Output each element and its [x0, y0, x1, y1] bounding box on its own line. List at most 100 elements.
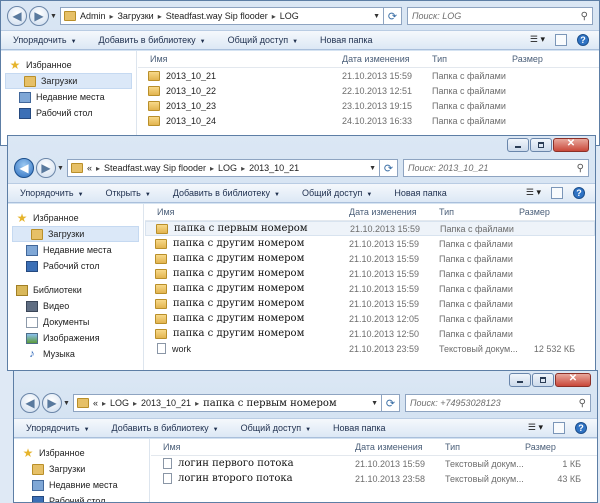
breadcrumb-segment[interactable]: «	[93, 398, 98, 408]
breadcrumb-separator-icon[interactable]: ▸	[102, 399, 106, 408]
address-dropdown-icon[interactable]: ▼	[373, 13, 380, 20]
history-chevron-icon[interactable]: ▼	[63, 400, 70, 407]
breadcrumb-separator-icon[interactable]: ▸	[195, 399, 199, 408]
minimize-button[interactable]	[509, 373, 531, 387]
address-dropdown-icon[interactable]: ▼	[371, 400, 378, 407]
preview-pane-icon[interactable]	[555, 34, 567, 46]
breadcrumb[interactable]: « ▸ Steadfast.way Sip flooder ▸ LOG ▸ 2013_10_…	[66, 159, 380, 177]
command-button[interactable]: Добавить в библиотеку ▼	[99, 35, 206, 45]
view-options-icon[interactable]: ☰ ▾	[528, 422, 543, 434]
forward-arrow-icon[interactable]: ▶	[42, 393, 62, 413]
column-header[interactable]: Имя	[153, 207, 343, 217]
command-button[interactable]: Добавить в библиотеку ▼	[112, 423, 219, 433]
breadcrumb-separator-icon[interactable]: ▸	[241, 164, 245, 173]
command-button[interactable]: Упорядочить ▼	[13, 35, 77, 45]
view-options-icon[interactable]: ☰ ▾	[526, 187, 541, 199]
breadcrumb-segment[interactable]: LOG	[280, 11, 299, 21]
maximize-button[interactable]	[530, 138, 552, 152]
breadcrumb-separator-icon[interactable]: ▸	[96, 164, 100, 173]
close-button[interactable]	[555, 373, 591, 387]
table-row[interactable]: work 21.10.2013 23:59 Текстовый докум... 12…	[145, 341, 595, 356]
search-input[interactable]: Поиск: LOG ⚲	[407, 7, 593, 25]
close-button[interactable]	[553, 138, 589, 152]
sidebar-item[interactable]: Библиотеки	[8, 282, 143, 298]
sidebar-item[interactable]: ★ Избранное	[14, 445, 149, 461]
breadcrumb-segment[interactable]: LOG	[218, 163, 237, 173]
view-options-icon[interactable]: ☰ ▾	[530, 34, 545, 46]
sidebar-item[interactable]: Загрузки	[14, 461, 149, 477]
column-header[interactable]: Дата изменения	[338, 54, 426, 64]
breadcrumb-segment[interactable]: 2013_10_21	[141, 398, 191, 408]
column-header[interactable]: Тип	[435, 207, 523, 217]
back-arrow-icon[interactable]: ◀	[14, 158, 34, 178]
help-icon[interactable]: ?	[577, 34, 589, 46]
sidebar-item[interactable]: Загрузки	[12, 226, 139, 242]
breadcrumb-segment[interactable]: Загрузки	[117, 11, 153, 21]
table-row[interactable]: логин второго потока 21.10.2013 23:58 Текс…	[151, 471, 597, 486]
forward-arrow-icon[interactable]: ▶	[36, 158, 56, 178]
minimize-button[interactable]	[507, 138, 529, 152]
refresh-icon[interactable]: ⟳	[384, 7, 402, 25]
breadcrumb-segment[interactable]: «	[87, 163, 92, 173]
preview-pane-icon[interactable]	[551, 187, 563, 199]
maximize-button[interactable]	[532, 373, 554, 387]
table-row[interactable]: папка с другим номером 21.10.2013 15:59 Па…	[145, 236, 595, 251]
sidebar-item[interactable]: Рабочий стол	[8, 258, 143, 274]
column-header[interactable]: Размер	[515, 207, 575, 217]
history-chevron-icon[interactable]: ▼	[50, 13, 57, 20]
table-row[interactable]: папка с другим номером 21.10.2013 15:59 Па…	[145, 296, 595, 311]
table-row[interactable]: 2013_10_21 21.10.2013 15:59 Папка с файлам…	[138, 68, 599, 83]
sidebar-item[interactable]: Изображения	[8, 330, 143, 346]
command-button[interactable]: Новая папка	[333, 423, 385, 433]
command-button[interactable]: Общий доступ ▼	[241, 423, 311, 433]
table-row[interactable]: папка с другим номером 21.10.2013 15:59 Па…	[145, 251, 595, 266]
command-button[interactable]: Открыть ▼	[106, 188, 151, 198]
table-row[interactable]: папка с другим номером 21.10.2013 12:05 Па…	[145, 311, 595, 326]
table-row[interactable]: папка с другим номером 21.10.2013 15:59 Па…	[145, 266, 595, 281]
sidebar-item[interactable]: ★ Избранное	[8, 210, 143, 226]
breadcrumb-segment[interactable]: Steadfast.way Sip flooder	[104, 163, 206, 173]
refresh-icon[interactable]: ⟳	[380, 159, 398, 177]
sidebar-item[interactable]: Недавние места	[8, 242, 143, 258]
command-button[interactable]: Упорядочить ▼	[20, 188, 84, 198]
search-input[interactable]: Поиск: 2013_10_21 ⚲	[403, 159, 589, 177]
forward-arrow-icon[interactable]: ▶	[29, 6, 49, 26]
sidebar-item[interactable]: Видео	[8, 298, 143, 314]
table-row[interactable]: папка с другим номером 21.10.2013 12:50 Па…	[145, 326, 595, 341]
command-button[interactable]: Общий доступ ▼	[228, 35, 298, 45]
sidebar-item[interactable]: Загрузки	[5, 73, 132, 89]
column-header[interactable]: Дата изменения	[351, 442, 439, 452]
breadcrumb-separator-icon[interactable]: ▸	[272, 12, 276, 21]
search-input[interactable]: Поиск: +74953028123 ⚲	[405, 394, 591, 412]
refresh-icon[interactable]: ⟳	[382, 394, 400, 412]
table-row[interactable]: папка с другим номером 21.10.2013 15:59 Па…	[145, 281, 595, 296]
breadcrumb-segment[interactable]: 2013_10_21	[249, 163, 299, 173]
breadcrumb-separator-icon[interactable]: ▸	[210, 164, 214, 173]
breadcrumb-segment[interactable]: Admin	[80, 11, 106, 21]
sidebar-item[interactable]: Документы	[8, 314, 143, 330]
help-icon[interactable]: ?	[573, 187, 585, 199]
address-dropdown-icon[interactable]: ▼	[369, 165, 376, 172]
back-arrow-icon[interactable]: ◀	[7, 6, 27, 26]
column-header[interactable]: Размер	[508, 54, 568, 64]
breadcrumb[interactable]: « ▸ LOG ▸ 2013_10_21 ▸ папка с первым номером ▼	[72, 394, 382, 412]
command-button[interactable]: Упорядочить ▼	[26, 423, 90, 433]
breadcrumb-segment[interactable]: LOG	[110, 398, 129, 408]
table-row[interactable]: 2013_10_24 24.10.2013 16:33 Папка с файлам…	[138, 113, 599, 128]
history-chevron-icon[interactable]: ▼	[57, 165, 64, 172]
breadcrumb-separator-icon[interactable]: ▸	[109, 12, 113, 21]
back-arrow-icon[interactable]: ◀	[20, 393, 40, 413]
command-button[interactable]: Общий доступ ▼	[302, 188, 372, 198]
breadcrumb-separator-icon[interactable]: ▸	[133, 399, 137, 408]
help-icon[interactable]: ?	[575, 422, 587, 434]
breadcrumb-separator-icon[interactable]: ▸	[158, 12, 162, 21]
table-row[interactable]: 2013_10_22 22.10.2013 12:51 Папка с файлам…	[138, 83, 599, 98]
sidebar-item[interactable]: Недавние места	[14, 477, 149, 493]
sidebar-item[interactable]: Недавние места	[1, 89, 136, 105]
column-header[interactable]: Имя	[146, 54, 336, 64]
command-button[interactable]: Новая папка	[320, 35, 372, 45]
column-header[interactable]: Тип	[428, 54, 516, 64]
sidebar-item[interactable]: Рабочий стол	[14, 493, 149, 502]
table-row[interactable]: 2013_10_23 23.10.2013 19:15 Папка с файлам…	[138, 98, 599, 113]
command-button[interactable]: Добавить в библиотеку ▼	[173, 188, 280, 198]
